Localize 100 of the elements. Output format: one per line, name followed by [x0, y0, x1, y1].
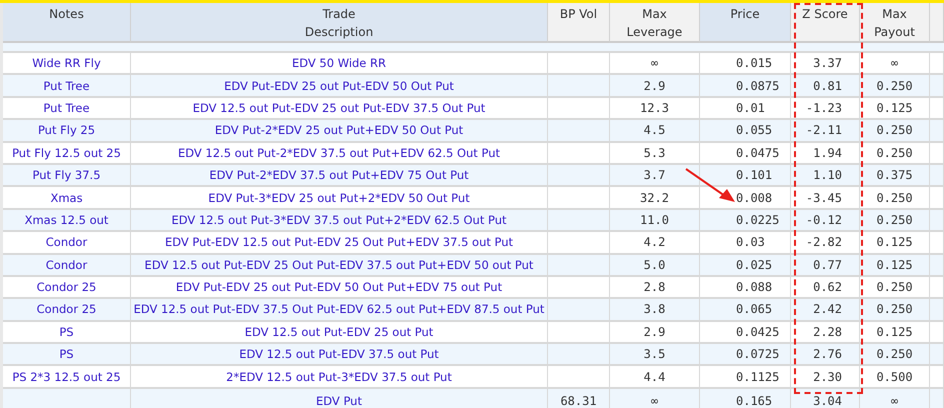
table-cell: 11.0: [640, 212, 669, 227]
table-cell: 5.0: [644, 258, 666, 272]
trade-description: EDV Put-EDV 25 out Put-EDV 50 Out Put+EDV 75 out Put: [176, 280, 502, 294]
note-text: Put Fly 25: [38, 123, 96, 138]
table-cell: 3.04: [813, 394, 842, 408]
trade-description: EDV 12.5 out Put-3*EDV 37.5 out Put+2*EDV 62.5 Out Put: [171, 212, 507, 227]
table-cell: 4.4: [644, 370, 666, 384]
table-cell: 1.94: [813, 146, 842, 160]
table-cell: 0.008: [736, 190, 772, 205]
trade-description: EDV 12.5 out Put-EDV 25 Out Put-EDV 37.5 out Put+EDV 50 out Put: [144, 258, 534, 272]
note-text: PS: [59, 347, 74, 362]
trade-description: EDV 12.5 out Put-EDV 25 out Put-EDV 37.5 Out Put: [192, 100, 486, 115]
table-cell: 0.065: [736, 302, 772, 316]
trade-description: EDV Put: [316, 394, 362, 408]
note-text: PS 2*3 12.5 out 25: [12, 370, 121, 384]
table-cell: 2.9: [644, 324, 666, 339]
table-cell: 0.0475: [736, 146, 780, 160]
table-cell: 0.0725: [736, 347, 780, 362]
table-cell: 3.5: [644, 347, 666, 362]
note-text: Condor 25: [36, 280, 96, 294]
trade-description: 2*EDV 12.5 out Put-3*EDV 37.5 out Put: [226, 370, 452, 384]
table-cell: ∞: [890, 56, 898, 70]
column-header[interactable]: Trade Description: [131, 3, 548, 43]
table-cell: 2.28: [813, 324, 842, 339]
note-text: Put Tree: [43, 100, 90, 115]
table-cell: 12.3: [640, 100, 669, 115]
table-cell: -2.11: [806, 123, 842, 138]
trade-description: EDV Put-EDV 25 out Put-EDV 50 Out Put: [224, 78, 454, 93]
table-cell: ∞: [890, 394, 898, 408]
empty-column-header: [930, 3, 944, 43]
table-cell: 0.81: [813, 78, 842, 93]
table-cell: 0.250: [876, 212, 913, 227]
trade-description: EDV 12.5 out Put-2*EDV 37.5 out Put+EDV 62.5 Out Put: [178, 146, 500, 160]
trade-description: EDV Put-2*EDV 25 out Put+EDV 50 Out Put: [214, 123, 464, 138]
table-cell: 2.76: [813, 347, 842, 362]
table-cell: -1.23: [806, 100, 842, 115]
note-text: Put Fly 12.5 out 25: [12, 146, 121, 160]
table-cell: 0.125: [876, 235, 913, 250]
table-cell: -2.82: [806, 235, 842, 250]
note-text: Condor 25: [36, 302, 96, 316]
trade-description: EDV 12.5 out Put-EDV 37.5 Out Put-EDV 62.5 out Put+EDV 87.5 out Put: [134, 302, 544, 316]
note-text: Xmas: [50, 190, 83, 205]
column-header[interactable]: BP Vol: [548, 3, 610, 43]
table-cell: -0.12: [806, 212, 842, 227]
table-cell: 0.055: [736, 123, 772, 138]
table-cell: 3.8: [644, 302, 666, 316]
table-cell: 0.088: [736, 280, 772, 294]
column-header[interactable]: Z Score: [791, 3, 860, 43]
trade-description: EDV Put-2*EDV 37.5 out Put+EDV 75 Out Put: [209, 168, 469, 182]
note-text: Xmas 12.5 out: [24, 212, 108, 227]
table-cell: 0.375: [876, 168, 913, 182]
note-text: Condor: [46, 258, 88, 272]
table-cell: 32.2: [640, 190, 669, 205]
table-cell: -3.45: [806, 190, 842, 205]
table-cell: 0.03: [736, 235, 765, 250]
note-text: Put Fly 37.5: [32, 168, 101, 182]
table-cell: 2.8: [644, 280, 666, 294]
column-header[interactable]: Max Payout: [860, 3, 930, 43]
table-cell: 0.250: [876, 280, 913, 294]
table-cell: 5.3: [644, 146, 666, 160]
column-header[interactable]: Price: [700, 3, 791, 43]
table-cell: 0.250: [876, 78, 913, 93]
table-cell: 3.7: [644, 168, 666, 182]
table-cell: 0.015: [736, 56, 772, 70]
table-cell: 0.01: [736, 100, 765, 115]
table-cell: 68.31: [560, 394, 597, 408]
table-cell: 0.125: [876, 324, 913, 339]
table-cell: 0.1125: [736, 370, 780, 384]
trade-description: EDV 50 Wide RR: [292, 56, 386, 70]
table-cell: 4.5: [644, 123, 666, 138]
trade-description: EDV Put-3*EDV 25 out Put+2*EDV 50 Out Put: [208, 190, 470, 205]
table-cell: 0.101: [736, 168, 772, 182]
table-cell: 0.0225: [736, 212, 780, 227]
table-cell: 1.10: [813, 168, 842, 182]
note-text: Condor: [46, 235, 88, 250]
table-cell: 0.165: [736, 394, 772, 408]
arrow-icon: [685, 168, 737, 204]
table-cell: 0.125: [876, 258, 913, 272]
table-cell: ∞: [650, 56, 658, 70]
note-text: PS: [59, 324, 74, 339]
trade-description: EDV 12.5 out Put-EDV 25 out Put: [244, 324, 434, 339]
table-cell: 0.0425: [736, 324, 780, 339]
table-cell: 0.250: [876, 190, 913, 205]
table-cell: 0.125: [876, 100, 913, 115]
column-header[interactable]: Max Leverage: [610, 3, 700, 43]
table-cell: 0.250: [876, 146, 913, 160]
table-cell: 0.0875: [736, 78, 780, 93]
table-cell: 0.62: [813, 280, 842, 294]
table-cell: 0.250: [876, 123, 913, 138]
table-cell: 2.30: [813, 370, 842, 384]
column-header[interactable]: Notes: [3, 3, 131, 43]
trade-description: EDV 12.5 out Put-EDV 37.5 out Put: [239, 347, 439, 362]
note-text: Put Tree: [43, 78, 90, 93]
table-cell: 0.250: [876, 347, 913, 362]
table-cell: 0.025: [736, 258, 772, 272]
note-text: Wide RR Fly: [32, 56, 101, 70]
table-cell: 2.42: [813, 302, 842, 316]
table-cell: 0.77: [813, 258, 842, 272]
trade-description: EDV Put-EDV 12.5 out Put-EDV 25 Out Put+EDV 37.5 out Put: [164, 235, 514, 250]
table-cell: ∞: [650, 394, 658, 408]
